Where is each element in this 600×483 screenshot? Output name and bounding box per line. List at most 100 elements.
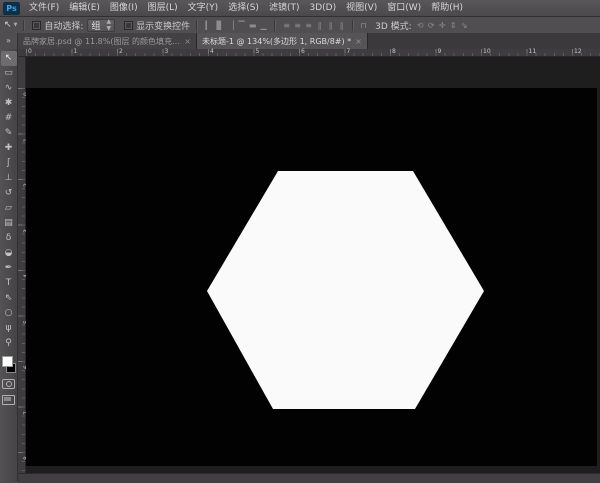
align-left-icon[interactable]: ▎ <box>203 21 214 30</box>
ruler-label: 8 <box>392 49 396 55</box>
distribute-top-icon[interactable]: ≡ <box>281 21 292 30</box>
distribute-left-icon[interactable]: ∥ <box>314 21 325 30</box>
3d-mode-icons-group: ⟲⟳✛⇕⇘ <box>415 21 470 30</box>
3d-drag-icon[interactable]: ✛ <box>437 21 448 30</box>
menu-help[interactable]: 帮助(H) <box>426 0 468 16</box>
ruler-label: 3 <box>165 49 169 55</box>
tab-close-button[interactable]: × <box>184 37 191 46</box>
tab-close-button[interactable]: × <box>355 37 362 46</box>
type-tool[interactable]: T <box>1 276 17 291</box>
ruler-label: 10 <box>483 49 491 55</box>
clone-stamp-tool[interactable]: ⊥ <box>1 171 17 186</box>
healing-brush-tool[interactable]: ✚ <box>1 141 17 156</box>
ruler-label: 6 <box>301 49 305 55</box>
blur-tool[interactable]: δ <box>1 231 17 246</box>
menu-3d[interactable]: 3D(D) <box>304 0 341 16</box>
menu-edit[interactable]: 编辑(E) <box>64 0 105 16</box>
tool-preset-caret-icon[interactable]: ▼ <box>14 22 18 28</box>
screen-mode-button[interactable] <box>2 395 15 405</box>
menu-view[interactable]: 视图(V) <box>341 0 382 16</box>
distribute-v-center-icon[interactable]: ≡ <box>292 21 303 30</box>
menu-type[interactable]: 文字(Y) <box>183 0 224 16</box>
align-h-center-icon[interactable]: ▊ <box>214 21 225 30</box>
distribute-bottom-icon[interactable]: ≡ <box>303 21 314 30</box>
canvas-pasteboard[interactable] <box>26 57 600 473</box>
pen-tool[interactable]: ✒ <box>1 261 17 276</box>
color-swatches[interactable] <box>1 356 17 373</box>
3d-mode-label: 3D 模式: <box>375 19 412 32</box>
dropdown-arrows-icon: ▲▼ <box>106 18 111 32</box>
photoshop-logo-icon: Ps <box>3 2 20 15</box>
auto-select-label: 自动选择: <box>44 19 83 32</box>
3d-roll-icon[interactable]: ⟳ <box>426 21 437 30</box>
options-bar: ↖ ▼ 自动选择: 组 ▲▼ 显示变换控件 ▎▊▕▔▬▁ ≡≡≡∥∥∥ ⊓ 3D… <box>0 17 600 34</box>
separator <box>352 20 354 31</box>
distribute-icons-group: ≡≡≡∥∥∥ <box>281 21 347 30</box>
ruler-label: 11 <box>529 49 537 55</box>
toolbox-collapse-button[interactable]: » <box>0 33 18 49</box>
move-tool-icon[interactable]: ↖ <box>4 20 12 30</box>
menu-bar: Ps 文件(F)编辑(E)图像(I)图层(L)文字(Y)选择(S)滤镜(T)3D… <box>0 0 600 17</box>
separator <box>274 20 276 31</box>
align-icons-group: ▎▊▕▔▬▁ <box>203 21 269 30</box>
auto-select-value: 组 <box>91 19 100 32</box>
ruler-label: 5 <box>256 49 260 55</box>
ruler-label: 4 <box>210 49 214 55</box>
ruler-label: 1 <box>74 49 78 55</box>
document-tab[interactable]: 未标题-1 @ 134%(多边形 1, RGB/8#) *× <box>197 33 368 49</box>
menu-file[interactable]: 文件(F) <box>24 0 64 16</box>
menu-window[interactable]: 窗口(W) <box>382 0 426 16</box>
dodge-tool[interactable]: ◒ <box>1 246 17 261</box>
photoshop-window: { "menu_bar": { "logo": "Ps", "items": [… <box>0 0 600 482</box>
document-tabs: 品牌家居.psd @ 11.8%(图层 的颜色填充, RGB/8#) *×未标题… <box>18 33 368 49</box>
ruler-label: 7 <box>347 49 351 55</box>
eyedropper-tool[interactable]: ✎ <box>1 126 17 141</box>
quick-mask-mode-button[interactable] <box>2 379 15 389</box>
rectangular-marquee-tool[interactable]: ▭ <box>1 66 17 81</box>
document-tab[interactable]: 品牌家居.psd @ 11.8%(图层 的颜色填充, RGB/8#) *× <box>18 33 197 49</box>
auto-select-checkbox[interactable] <box>32 21 41 30</box>
document-canvas[interactable] <box>26 88 597 466</box>
menu-filter[interactable]: 滤镜(T) <box>264 0 305 16</box>
ruler-label: 0 <box>28 49 32 55</box>
quick-selection-tool[interactable]: ✱ <box>1 96 17 111</box>
history-brush-tool[interactable]: ↺ <box>1 186 17 201</box>
3d-slide-icon[interactable]: ⇕ <box>448 21 459 30</box>
menu-image[interactable]: 图像(I) <box>105 0 143 16</box>
align-top-icon[interactable]: ▔ <box>236 21 247 30</box>
shape-tool[interactable]: ○ <box>1 306 17 321</box>
vertical-ruler[interactable]: 012345678 <box>18 57 26 473</box>
move-tool[interactable]: ↖ <box>1 51 17 66</box>
show-transform-checkbox[interactable] <box>124 21 133 30</box>
crop-tool[interactable]: # <box>1 111 17 126</box>
foreground-color-swatch[interactable] <box>2 356 13 367</box>
align-bottom-icon[interactable]: ▁ <box>258 21 269 30</box>
hand-tool[interactable]: ψ <box>1 321 17 336</box>
separator <box>196 20 198 31</box>
lasso-tool[interactable]: ∿ <box>1 81 17 96</box>
auto-select-dropdown[interactable]: 组 ▲▼ <box>87 19 115 32</box>
show-transform-label: 显示变换控件 <box>136 19 190 32</box>
hexagon-shape[interactable] <box>207 171 484 409</box>
zoom-tool[interactable]: ⚲ <box>1 336 17 351</box>
menu-select[interactable]: 选择(S) <box>223 0 264 16</box>
ruler-label: 9 <box>438 49 442 55</box>
brush-tool[interactable]: ʃ <box>1 156 17 171</box>
horizontal-ruler[interactable]: 0123456789101112 <box>18 49 600 57</box>
document-tab-bar: » 品牌家居.psd @ 11.8%(图层 的颜色填充, RGB/8#) *×未… <box>0 33 600 50</box>
shape-layer <box>26 88 597 466</box>
eraser-tool[interactable]: ▱ <box>1 201 17 216</box>
3d-rotate-icon[interactable]: ⟲ <box>415 21 426 30</box>
distribute-right-icon[interactable]: ∥ <box>336 21 347 30</box>
align-v-center-icon[interactable]: ▬ <box>247 21 258 30</box>
separator <box>23 20 25 31</box>
ruler-label: 2 <box>119 49 123 55</box>
menu-items: 文件(F)编辑(E)图像(I)图层(L)文字(Y)选择(S)滤镜(T)3D(D)… <box>24 0 468 16</box>
3d-scale-icon[interactable]: ⇘ <box>459 21 470 30</box>
menu-layer[interactable]: 图层(L) <box>143 0 183 16</box>
path-selection-tool[interactable]: ⇖ <box>1 291 17 306</box>
align-right-icon[interactable]: ▕ <box>225 21 236 30</box>
gradient-tool[interactable]: ▤ <box>1 216 17 231</box>
distribute-h-center-icon[interactable]: ∥ <box>325 21 336 30</box>
auto-align-layers-icon[interactable]: ⊓ <box>358 21 369 30</box>
